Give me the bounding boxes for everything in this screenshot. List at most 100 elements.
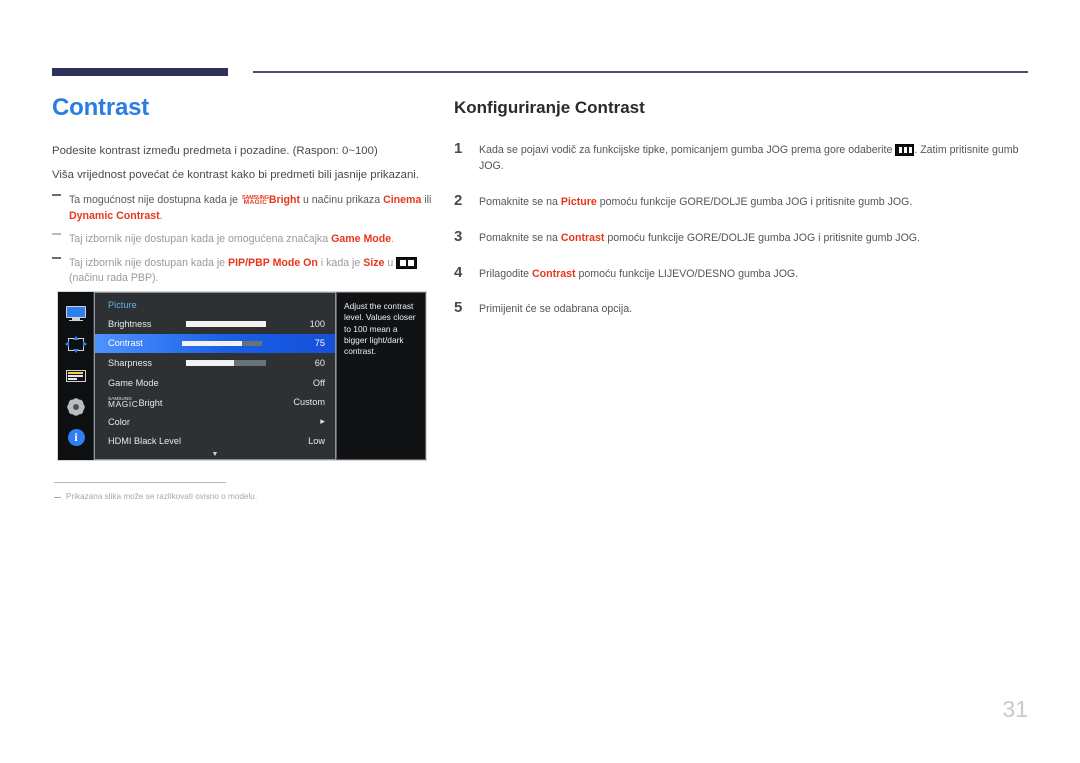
step-text-post: pomoću funkcije GORE/DOLJE gumba JOG i p…	[596, 195, 913, 208]
note-bold-dynamic-contrast: Dynamic Contrast	[69, 209, 160, 222]
step-number: 2	[454, 191, 463, 209]
step-text: Prilagodite Contrast pomoću funkcije LIJ…	[479, 264, 1034, 283]
osd-menu-panel: Picture Brightness 100 Contrast 75 Sharp…	[94, 292, 336, 460]
monitor-icon[interactable]	[65, 305, 87, 323]
sharpness-slider[interactable]	[186, 360, 267, 366]
step-text-pre: Pomaknite se na	[479, 195, 561, 208]
step-number: 3	[454, 227, 463, 245]
osd-screenshot: i Picture Brightness 100 Contrast 75 Sha…	[58, 292, 426, 460]
osd-row-value: Low	[308, 436, 325, 447]
samsung-magic-logo: SAMSUNG MAGIC	[108, 396, 139, 409]
step-item: 5 Primijenit će se odabrana opcija.	[454, 299, 1034, 318]
note-text-pre: Ta mogućnost nije dostupna kada je	[69, 194, 241, 207]
note-item: Taj izbornik nije dostupan kada je omogu…	[52, 232, 432, 247]
footnote-dash-icon	[54, 497, 61, 499]
step-item: 1 Kada se pojavi vodič za funkcijske tip…	[454, 140, 1034, 175]
notes-list: Ta mogućnost nije dostupna kada je SAMSU…	[52, 193, 432, 286]
magic-bottom-text: MAGIC	[108, 398, 139, 409]
note-text-mid2: ili	[421, 194, 432, 207]
osd-row-magicbright[interactable]: SAMSUNG MAGIC Bright Custom	[95, 392, 335, 412]
osd-row-label: Contrast	[108, 338, 143, 349]
header-rule	[253, 71, 1028, 73]
osd-row-brightness[interactable]: Brightness 100	[95, 314, 335, 334]
contrast-slider[interactable]	[181, 340, 262, 347]
page-title: Contrast	[52, 94, 150, 121]
gear-icon[interactable]	[65, 398, 87, 416]
osd-row-label: Sharpness	[108, 357, 152, 368]
osd-row-label: Color	[108, 416, 130, 427]
info-icon[interactable]: i	[65, 429, 87, 447]
brightness-slider[interactable]	[186, 321, 267, 327]
footnote: Prikazana slika može se razlikovati ovis…	[54, 492, 396, 501]
note-text-mid2: u	[384, 256, 397, 269]
move-arrows-icon[interactable]	[64, 335, 87, 354]
step-text-pre: Pomaknite se na	[479, 231, 561, 244]
step-text: Pomaknite se na Contrast pomoću funkcije…	[479, 228, 1034, 247]
note-text-pre: Taj izbornik nije dostupan kada je omogu…	[69, 233, 332, 246]
step-text: Primijenit će se odabrana opcija.	[479, 299, 1034, 318]
samsung-magic-logo: SAMSUNG MAGIC	[242, 195, 269, 207]
osd-row-value: 75	[314, 338, 325, 349]
osd-slider-wrap[interactable]	[151, 321, 291, 327]
osd-menu-rows: Brightness 100 Contrast 75 Sharpness 60	[95, 314, 335, 451]
magic-label-rest: Bright	[138, 397, 163, 408]
osd-row-hdmi-black-level[interactable]: HDMI Black Level Low	[95, 432, 335, 452]
osd-row-game-mode[interactable]: Game Mode Off	[95, 373, 335, 393]
note-item: Ta mogućnost nije dostupna kada je SAMSU…	[52, 193, 432, 224]
osd-row-value: 100	[309, 318, 325, 329]
step-text-pre: Primijenit će se odabrana opcija.	[479, 303, 633, 316]
osd-row-value: Custom	[293, 397, 325, 408]
left-column: Contrast Podesite kontrast između predme…	[52, 94, 432, 294]
note-item: Taj izbornik nije dostupan kada je PIP/P…	[52, 256, 432, 287]
osd-row-value: Off	[312, 377, 325, 388]
header-accent-bar	[52, 68, 228, 76]
note-bold-bright: Bright	[268, 194, 301, 207]
menu-bars-icon	[895, 144, 915, 156]
osd-row-label: HDMI Black Level	[108, 436, 182, 447]
osd-row-sharpness[interactable]: Sharpness 60	[95, 353, 335, 373]
footnote-text: Prikazana slika može se razlikovati ovis…	[66, 492, 258, 501]
step-item: 4 Prilagodite Contrast pomoću funkcije L…	[454, 264, 1034, 283]
osd-tooltip: Adjust the contrast level. Values closer…	[336, 292, 426, 460]
osd-row-label: Brightness	[108, 318, 152, 329]
step-bold-term: Contrast	[560, 231, 605, 244]
note-text-post: (načinu rada PBP).	[69, 271, 159, 284]
note-bold-game-mode: Game Mode	[331, 233, 392, 246]
osd-row-color[interactable]: Color ▸	[95, 412, 335, 432]
note-dash-icon	[52, 233, 61, 236]
info-glyph: i	[67, 429, 85, 447]
description-line-1: Podesite kontrast između predmeta i poza…	[52, 145, 378, 158]
note-text-post: .	[159, 209, 163, 222]
page-number: 31	[1002, 696, 1028, 722]
note-dash-icon	[52, 194, 61, 197]
step-text: Kada se pojavi vodič za funkcijske tipke…	[479, 140, 1034, 175]
description-line-2: Viša vrijednost povećat će kontrast kako…	[52, 168, 420, 181]
split-screen-icon	[396, 256, 418, 269]
osd-row-contrast[interactable]: Contrast 75	[95, 333, 335, 354]
step-bold-term: Picture	[560, 195, 597, 208]
step-text-pre: Prilagodite	[479, 267, 532, 280]
chevron-down-icon[interactable]: ▼	[95, 451, 335, 458]
osd-slider-wrap[interactable]	[152, 360, 291, 366]
chevron-right-icon: ▸	[320, 416, 325, 427]
osd-row-value: 60	[314, 357, 325, 368]
magic-bottom-text: MAGIC	[243, 199, 268, 207]
osd-menu-icon[interactable]	[65, 367, 87, 385]
step-number: 5	[454, 299, 463, 317]
note-text-mid: u načinu prikaza	[300, 194, 384, 207]
footnote-rule	[54, 482, 226, 483]
osd-slider-wrap[interactable]	[143, 340, 291, 347]
note-bold-pip-pbp: PIP/PBP Mode On	[228, 256, 318, 269]
osd-row-label: SAMSUNG MAGIC Bright	[108, 396, 163, 409]
osd-row-label: Game Mode	[108, 377, 159, 388]
step-item: 3 Pomaknite se na Contrast pomoću funkci…	[454, 228, 1034, 247]
step-number: 4	[454, 263, 463, 281]
step-text-post: pomoću funkcije LIJEVO/DESNO gumba JOG.	[575, 267, 799, 280]
step-text-post: pomoću funkcije GORE/DOLJE gumba JOG i p…	[604, 231, 920, 244]
step-text: Pomaknite se na Picture pomoću funkcije …	[479, 192, 1034, 211]
note-text-post: .	[391, 233, 395, 246]
osd-menu-title: Picture	[108, 300, 137, 310]
right-column: Konfiguriranje Contrast 1 Kada se pojavi…	[454, 98, 1034, 335]
note-dash-icon	[52, 256, 61, 259]
note-bold-cinema: Cinema	[383, 194, 422, 207]
